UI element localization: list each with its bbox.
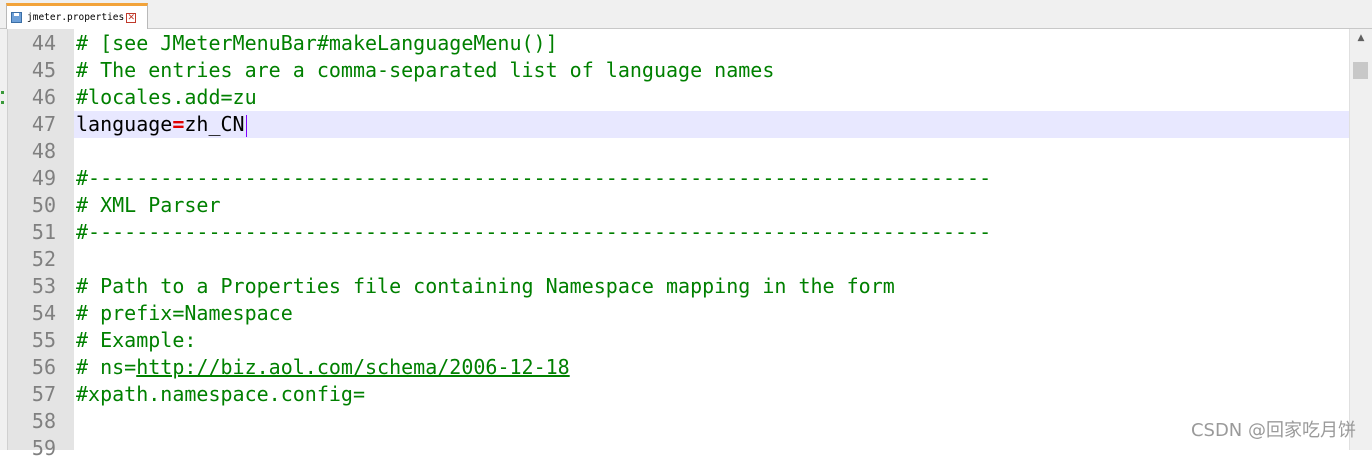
save-icon bbox=[11, 12, 22, 23]
code-editor[interactable]: # [see JMeterMenuBar#makeLanguageMenu()]… bbox=[74, 29, 1349, 450]
change-marker bbox=[1, 91, 4, 94]
code-token: language bbox=[76, 112, 173, 136]
line-number: 44 bbox=[31, 31, 56, 55]
code-line-text: #locales.add=zu bbox=[76, 84, 257, 111]
url-link[interactable]: http://biz.aol.com/schema/2006-12-18 bbox=[136, 355, 569, 379]
code-line[interactable]: # Path to a Properties file containing N… bbox=[74, 273, 1349, 300]
line-number: 47 bbox=[31, 112, 56, 136]
change-marker bbox=[1, 101, 4, 104]
code-line[interactable]: # Example: bbox=[74, 327, 1349, 354]
line-number-gutter: 44 45 46 47 48 49 50 51 52 53 54 55 56 57 58 59 bbox=[8, 29, 74, 460]
tab-label: jmeter.properties bbox=[27, 12, 125, 23]
code-line[interactable]: #---------------------------------------… bbox=[74, 165, 1349, 192]
scroll-up-arrow-icon[interactable]: ▲ bbox=[1350, 33, 1372, 49]
code-line[interactable]: #xpath.namespace.config= bbox=[74, 381, 1349, 408]
line-number: 49 bbox=[31, 166, 56, 190]
line-number: 52 bbox=[31, 247, 56, 271]
code-token: = bbox=[172, 112, 185, 136]
code-line[interactable]: # prefix=Namespace bbox=[74, 300, 1349, 327]
code-line[interactable] bbox=[74, 435, 1349, 462]
line-number: 58 bbox=[31, 409, 56, 433]
line-number: 57 bbox=[31, 382, 56, 406]
code-line[interactable] bbox=[74, 246, 1349, 273]
line-number: 48 bbox=[31, 139, 56, 163]
code-line-text: #---------------------------------------… bbox=[76, 219, 991, 246]
code-line-text: # XML Parser bbox=[76, 192, 221, 219]
code-token: # Example: bbox=[76, 328, 197, 352]
code-token: #locales.add=zu bbox=[76, 85, 257, 109]
code-line[interactable] bbox=[74, 408, 1349, 435]
code-token: # prefix=Namespace bbox=[76, 301, 293, 325]
code-line[interactable]: #---------------------------------------… bbox=[74, 219, 1349, 246]
vertical-scrollbar[interactable]: ▲ bbox=[1349, 29, 1372, 450]
watermark: CSDN @回家吃月饼 bbox=[1190, 420, 1356, 441]
left-margin-strip bbox=[0, 29, 8, 450]
code-line-text: # [see JMeterMenuBar#makeLanguageMenu()] bbox=[76, 30, 558, 57]
code-token: # The entries are a comma-separated list… bbox=[76, 58, 775, 82]
tab-jmeter-properties[interactable]: jmeter.properties ✕ bbox=[6, 3, 148, 29]
line-number: 46 bbox=[31, 85, 56, 109]
code-line[interactable]: # The entries are a comma-separated list… bbox=[74, 57, 1349, 84]
line-number: 51 bbox=[31, 220, 56, 244]
code-line[interactable]: language=zh_CN bbox=[74, 111, 1349, 138]
code-token: zh_CN bbox=[184, 112, 245, 136]
code-line-text: # Path to a Properties file containing N… bbox=[76, 273, 895, 300]
line-number: 50 bbox=[31, 193, 56, 217]
line-number: 55 bbox=[31, 328, 56, 352]
line-number: 53 bbox=[31, 274, 56, 298]
code-line[interactable]: # [see JMeterMenuBar#makeLanguageMenu()] bbox=[74, 30, 1349, 57]
scrollbar-thumb[interactable] bbox=[1353, 62, 1368, 79]
line-number: 59 bbox=[31, 436, 56, 460]
code-line-text: #---------------------------------------… bbox=[76, 165, 991, 192]
code-line-text: # prefix=Namespace bbox=[76, 300, 293, 327]
close-icon[interactable]: ✕ bbox=[126, 12, 137, 23]
code-line-text: # ns=http://biz.aol.com/schema/2006-12-1… bbox=[76, 354, 570, 381]
code-token: # [see JMeterMenuBar#makeLanguageMenu()] bbox=[76, 31, 558, 55]
line-number: 54 bbox=[31, 301, 56, 325]
code-token: # Path to a Properties file containing N… bbox=[76, 274, 895, 298]
code-token: #---------------------------------------… bbox=[76, 220, 992, 244]
code-line-text: # Example: bbox=[76, 327, 196, 354]
text-caret bbox=[245, 114, 247, 137]
code-line-text: language=zh_CN bbox=[76, 111, 247, 138]
code-line-text: # The entries are a comma-separated list… bbox=[76, 57, 774, 84]
code-line[interactable] bbox=[74, 138, 1349, 165]
code-token: #---------------------------------------… bbox=[76, 166, 992, 190]
code-line[interactable]: # ns=http://biz.aol.com/schema/2006-12-1… bbox=[74, 354, 1349, 381]
code-token: # ns= bbox=[76, 355, 137, 379]
code-token: #xpath.namespace.config= bbox=[76, 382, 365, 406]
code-line[interactable]: #locales.add=zu bbox=[74, 84, 1349, 111]
line-number: 56 bbox=[31, 355, 56, 379]
code-token: # XML Parser bbox=[76, 193, 221, 217]
line-number: 45 bbox=[31, 58, 56, 82]
tab-bar: jmeter.properties ✕ bbox=[0, 0, 1372, 29]
code-line-text: #xpath.namespace.config= bbox=[76, 381, 365, 408]
code-line[interactable]: # XML Parser bbox=[74, 192, 1349, 219]
